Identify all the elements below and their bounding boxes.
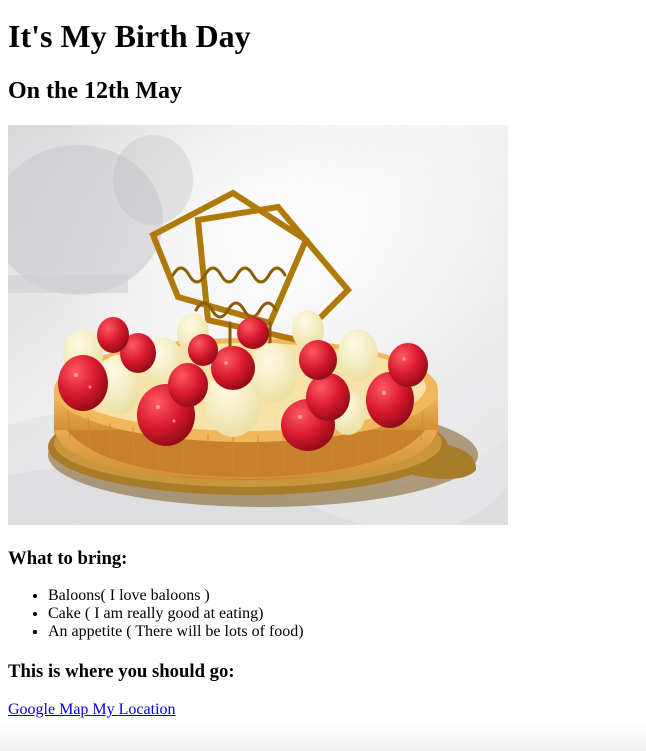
list-item: An appetite ( There will be lots of food…: [48, 623, 304, 641]
location-heading: This is where you should go:: [8, 661, 235, 682]
bring-list: Baloons( I love baloons ) Cake ( I am re…: [8, 587, 304, 641]
list-item: Baloons( I love baloons ): [48, 587, 304, 605]
window-bottom-shadow: [0, 723, 646, 751]
page-title: It's My Birth Day: [8, 18, 251, 54]
list-item: Cake ( I am really good at eating): [48, 605, 304, 623]
google-map-link[interactable]: Google Map My Location: [8, 701, 176, 719]
what-to-bring-heading: What to bring:: [8, 548, 128, 569]
party-date: On the 12th May: [8, 78, 182, 104]
birthday-cake-image: [8, 125, 508, 525]
